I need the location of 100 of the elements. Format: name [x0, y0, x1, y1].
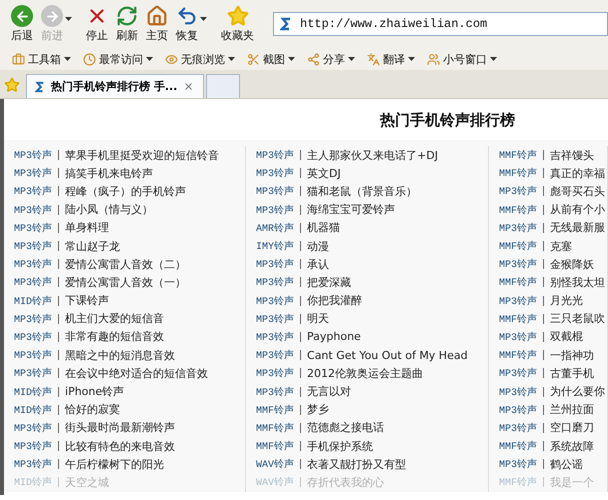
- ringtone-link[interactable]: 无线最新服: [550, 220, 606, 236]
- ringtone-link[interactable]: 吉祥馒头: [550, 148, 594, 163]
- address-field[interactable]: http://www.zhaiweilian.com: [273, 12, 608, 36]
- ringtone-link[interactable]: 手机保护系统: [307, 438, 374, 454]
- toolbar-button[interactable]: 刷新: [113, 3, 141, 45]
- toolbar-menu[interactable]: 无痕浏览: [163, 52, 237, 66]
- ringtone-link[interactable]: 在会议中绝对适合的短信音效: [65, 366, 208, 381]
- ringtone-type: MP3铃声: [499, 184, 538, 198]
- ringtone-type: MP3铃声: [256, 366, 294, 380]
- ringtone-type: MMF铃声: [256, 440, 294, 454]
- ringtone-link[interactable]: 无言以对: [307, 384, 352, 400]
- ringtone-link[interactable]: 彪哥买石头: [550, 184, 606, 199]
- toolbar-menu[interactable]: 翻译: [365, 52, 417, 66]
- ringtone-link[interactable]: 非常有趣的短信音效: [65, 329, 164, 344]
- ringtone-link[interactable]: 真正的幸福: [550, 166, 606, 181]
- page-title: 热门手机铃声排行榜: [378, 110, 516, 131]
- ringtone-link[interactable]: 下课铃声: [65, 293, 110, 308]
- close-icon[interactable]: [183, 81, 194, 92]
- toolbar-menu[interactable]: 最常访问: [81, 52, 155, 66]
- ringtone-link[interactable]: 月光光: [550, 293, 584, 308]
- ringtone-link[interactable]: 从前有个小: [550, 202, 606, 218]
- toolbar-button[interactable]: 主页: [143, 3, 171, 45]
- ringtone-type: MP3铃声: [14, 330, 52, 344]
- ringtone-link[interactable]: 程峰（疯子）的手机铃声: [65, 184, 186, 199]
- toolbar-menu[interactable]: 小号窗口: [425, 52, 499, 66]
- caret-icon: [288, 57, 295, 61]
- ringtone-link[interactable]: 别怪我太坦: [550, 274, 606, 290]
- ringtone-link[interactable]: 苹果手机里挺受欢迎的短信铃音: [65, 148, 220, 163]
- ringtone-link[interactable]: 主人那家伙又来电话了+DJ: [307, 148, 438, 163]
- ringtone-link[interactable]: 你把我灌醉: [307, 293, 362, 308]
- ringtone-link[interactable]: 陆小凤（情与义）: [65, 202, 154, 218]
- toolbar-menu[interactable]: 工具箱: [10, 52, 73, 66]
- ringtone-type: MP3铃声: [256, 258, 294, 272]
- ringtone-link[interactable]: 恰好的寂寞: [65, 402, 120, 418]
- ringtone-link[interactable]: 机主们大爱的短信音: [65, 311, 164, 326]
- ringtone-link[interactable]: 梦乡: [307, 402, 330, 418]
- ringtone-link[interactable]: 午后柠檬树下的阳光: [65, 456, 164, 472]
- ringtone-link[interactable]: 金猴降妖: [550, 256, 594, 272]
- ringtone-type: MP3铃声: [256, 204, 294, 217]
- ringtone-type: MMF铃声: [499, 312, 538, 326]
- ringtone-type: MP3铃声: [499, 458, 538, 472]
- ringtone-link[interactable]: 承认: [307, 256, 330, 272]
- ringtone-link[interactable]: 2012伦敦奥运会主题曲: [307, 366, 424, 381]
- ringtone-link[interactable]: 英文DJ: [307, 166, 341, 181]
- ringtone-link[interactable]: Cant Get You Out of My Head: [307, 348, 468, 362]
- ringtone-link[interactable]: 系统故障: [550, 438, 594, 454]
- ringtone-type: MMF铃声: [499, 440, 538, 454]
- ringtone-type: MP3铃声: [256, 148, 294, 162]
- ringtone-link[interactable]: 明天: [307, 311, 330, 326]
- ringtone-link[interactable]: 衣著又靓打扮又有型: [307, 456, 406, 472]
- ringtone-type: MID铃声: [14, 294, 52, 308]
- toolbar-button[interactable]: 收藏夹: [218, 3, 257, 45]
- ringtone-link[interactable]: 单身料理: [65, 220, 110, 236]
- favorites-star-icon[interactable]: [4, 77, 20, 93]
- ringtone-type: MP3铃声: [256, 348, 294, 362]
- ringtone-link[interactable]: 空口磨刀: [550, 420, 594, 436]
- ringtone-link[interactable]: 搞笑手机来电铃声: [65, 166, 154, 181]
- ringtone-link[interactable]: 鹤公谣: [550, 456, 584, 472]
- ringtone-type: MP3铃声: [256, 276, 294, 290]
- ringtone-link[interactable]: 范德彪之接电话: [307, 420, 384, 436]
- ringtone-link[interactable]: 街头最时尚最新潮铃声: [65, 420, 176, 436]
- toolbar-menu[interactable]: 截图: [245, 52, 297, 66]
- ringtone-type: WAV铃声: [256, 476, 294, 490]
- ringtone-link[interactable]: 机器猫: [307, 220, 340, 236]
- ringtone-link[interactable]: 古董手机: [550, 366, 594, 381]
- ringtone-link[interactable]: 三只老鼠吹: [550, 311, 606, 326]
- caret-icon[interactable]: [200, 17, 207, 21]
- ringtone-type: MMF铃声: [499, 204, 538, 217]
- ringtone-link[interactable]: 猫和老鼠（背景音乐）: [307, 184, 418, 199]
- ringtone-link[interactable]: 为什么要你: [550, 384, 606, 400]
- ringtone-link[interactable]: 爱情公寓雷人音效（一）: [65, 274, 186, 290]
- ringtone-link[interactable]: 海绵宝宝可爱铃声: [307, 202, 396, 218]
- ringtone-type: MP3铃声: [499, 366, 538, 380]
- ringtone-link[interactable]: 克塞: [550, 238, 572, 254]
- ringtone-type: MP3铃声: [14, 422, 52, 435]
- caret-icon: [146, 57, 153, 61]
- ringtone-link[interactable]: 常山赵子龙: [65, 238, 120, 254]
- toolbar-button[interactable]: 后退: [8, 3, 36, 45]
- ringtone-link[interactable]: 双截棍: [550, 329, 584, 344]
- ringtone-link[interactable]: 兰州拉面: [550, 402, 594, 418]
- ringtone-link[interactable]: Payphone: [307, 330, 361, 344]
- caret-icon: [348, 57, 355, 61]
- browser-tab[interactable]: 热门手机铃声排行榜 手...: [26, 74, 204, 98]
- ringtone-link[interactable]: 爱情公寓雷人音效（二）: [65, 256, 186, 272]
- ringtone-type: MP3铃声: [14, 184, 52, 198]
- undo-icon: [176, 5, 198, 27]
- ringtone-link[interactable]: 比较有特色的来电音效: [65, 438, 176, 454]
- ringtone-link[interactable]: 把爱深藏: [307, 274, 352, 290]
- ringtone-type: MP3铃声: [14, 366, 52, 380]
- toolbar-menu[interactable]: 分享: [305, 52, 357, 66]
- ringtone-type: MP3铃声: [499, 294, 538, 308]
- toolbar-button[interactable]: 恢复: [173, 3, 216, 45]
- ringtone-type: MP3铃声: [256, 166, 294, 180]
- ringtone-link[interactable]: 黑暗之中的短消息音效: [65, 348, 176, 363]
- ringtone-link[interactable]: 动漫: [307, 238, 330, 254]
- toolbar-button[interactable]: 停止: [83, 3, 111, 45]
- ringtone-type: MMF铃声: [499, 240, 538, 254]
- ringtone-link[interactable]: 一指神功: [550, 348, 594, 363]
- ringtone-link[interactable]: iPhone铃声: [65, 384, 124, 400]
- ringtone-type: MP3铃声: [14, 148, 52, 162]
